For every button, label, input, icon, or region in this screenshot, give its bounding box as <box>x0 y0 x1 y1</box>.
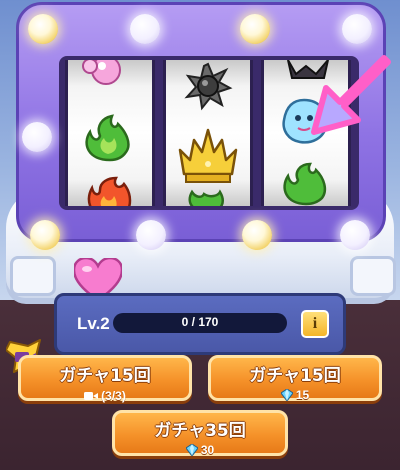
level-label: Lv.2 <box>77 314 110 333</box>
reel-1 <box>65 60 155 206</box>
pointer-arrow-icon <box>300 50 400 160</box>
pink-bubble-icon <box>82 60 121 85</box>
video-camera-icon <box>84 392 99 400</box>
golden-crown-icon <box>178 128 238 183</box>
spiked-mace-icon <box>184 62 233 111</box>
gacha-button-cost: (3/3) <box>84 389 126 403</box>
info-button[interactable]: i <box>301 310 329 338</box>
green-flame-icon <box>188 189 224 206</box>
marquee-light <box>340 220 370 250</box>
marquee-light <box>30 220 60 250</box>
gacha-button-title: ガチャ35回 <box>154 421 246 441</box>
reel-2 <box>163 60 253 206</box>
gacha-35-gem-button[interactable]: ガチャ35回 30 <box>112 410 288 457</box>
marquee-light <box>130 14 160 44</box>
marquee-light <box>242 220 272 250</box>
marquee-light <box>240 14 270 44</box>
gacha-15-gem-button[interactable]: ガチャ15回 15 <box>208 355 382 402</box>
level-progress-text: 0 / 170 <box>181 315 219 329</box>
marquee-light <box>342 14 372 44</box>
marquee-light <box>136 220 166 250</box>
gacha-button-cost: 15 <box>280 388 310 402</box>
gacha-button-title: ガチャ15回 <box>59 366 151 386</box>
green-flame-icon <box>85 114 130 162</box>
red-flame-icon <box>87 176 132 206</box>
gacha-button-cost-text: (3/3) <box>101 389 126 403</box>
gacha-button-title: ガチャ15回 <box>249 366 341 386</box>
machine-left-tab <box>10 256 56 296</box>
level-panel: Lv.2 0 / 170 i <box>54 293 346 355</box>
marquee-light <box>22 122 52 152</box>
gem-icon <box>280 389 293 401</box>
gacha-button-cost-text: 15 <box>295 388 310 402</box>
gem-icon <box>185 444 198 456</box>
marquee-light <box>28 14 58 44</box>
gacha-15-video-button[interactable]: ガチャ15回 (3/3) <box>18 355 192 403</box>
machine-right-tab <box>350 256 396 296</box>
gacha-button-cost: 30 <box>185 443 215 457</box>
gacha-button-cost-text: 30 <box>200 443 215 457</box>
level-progress-bar: 0 / 170 <box>113 313 287 333</box>
green-flame-icon <box>283 162 327 206</box>
